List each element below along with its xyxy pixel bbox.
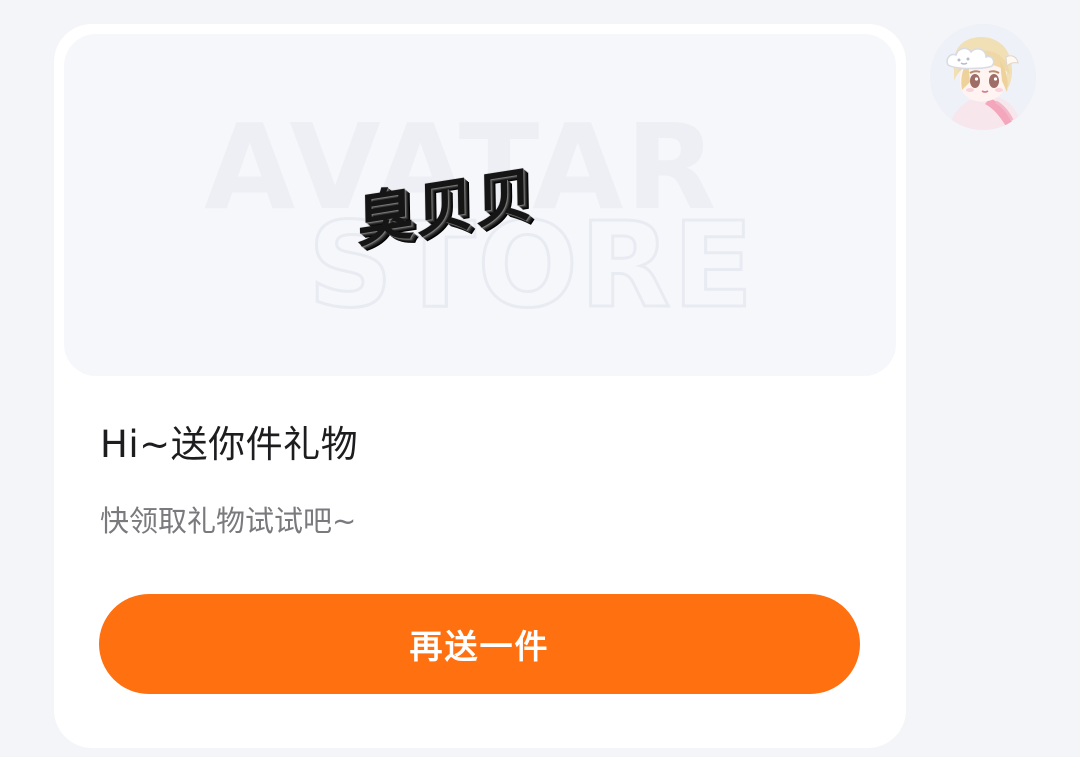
user-avatar[interactable] xyxy=(930,24,1036,130)
gift-message-card: AVATAR STORE 臭贝贝 Hi~送你件礼物 快领取礼物试试吧~ 再送一件 xyxy=(54,24,906,748)
gift-message-title: Hi~送你件礼物 xyxy=(100,423,359,466)
gift-preview-image[interactable]: AVATAR STORE 臭贝贝 xyxy=(64,34,896,376)
gift-message-subtitle: 快领取礼物试试吧~ xyxy=(100,504,357,538)
send-again-button[interactable]: 再送一件 xyxy=(99,594,860,694)
anime-avatar-icon xyxy=(930,24,1036,130)
